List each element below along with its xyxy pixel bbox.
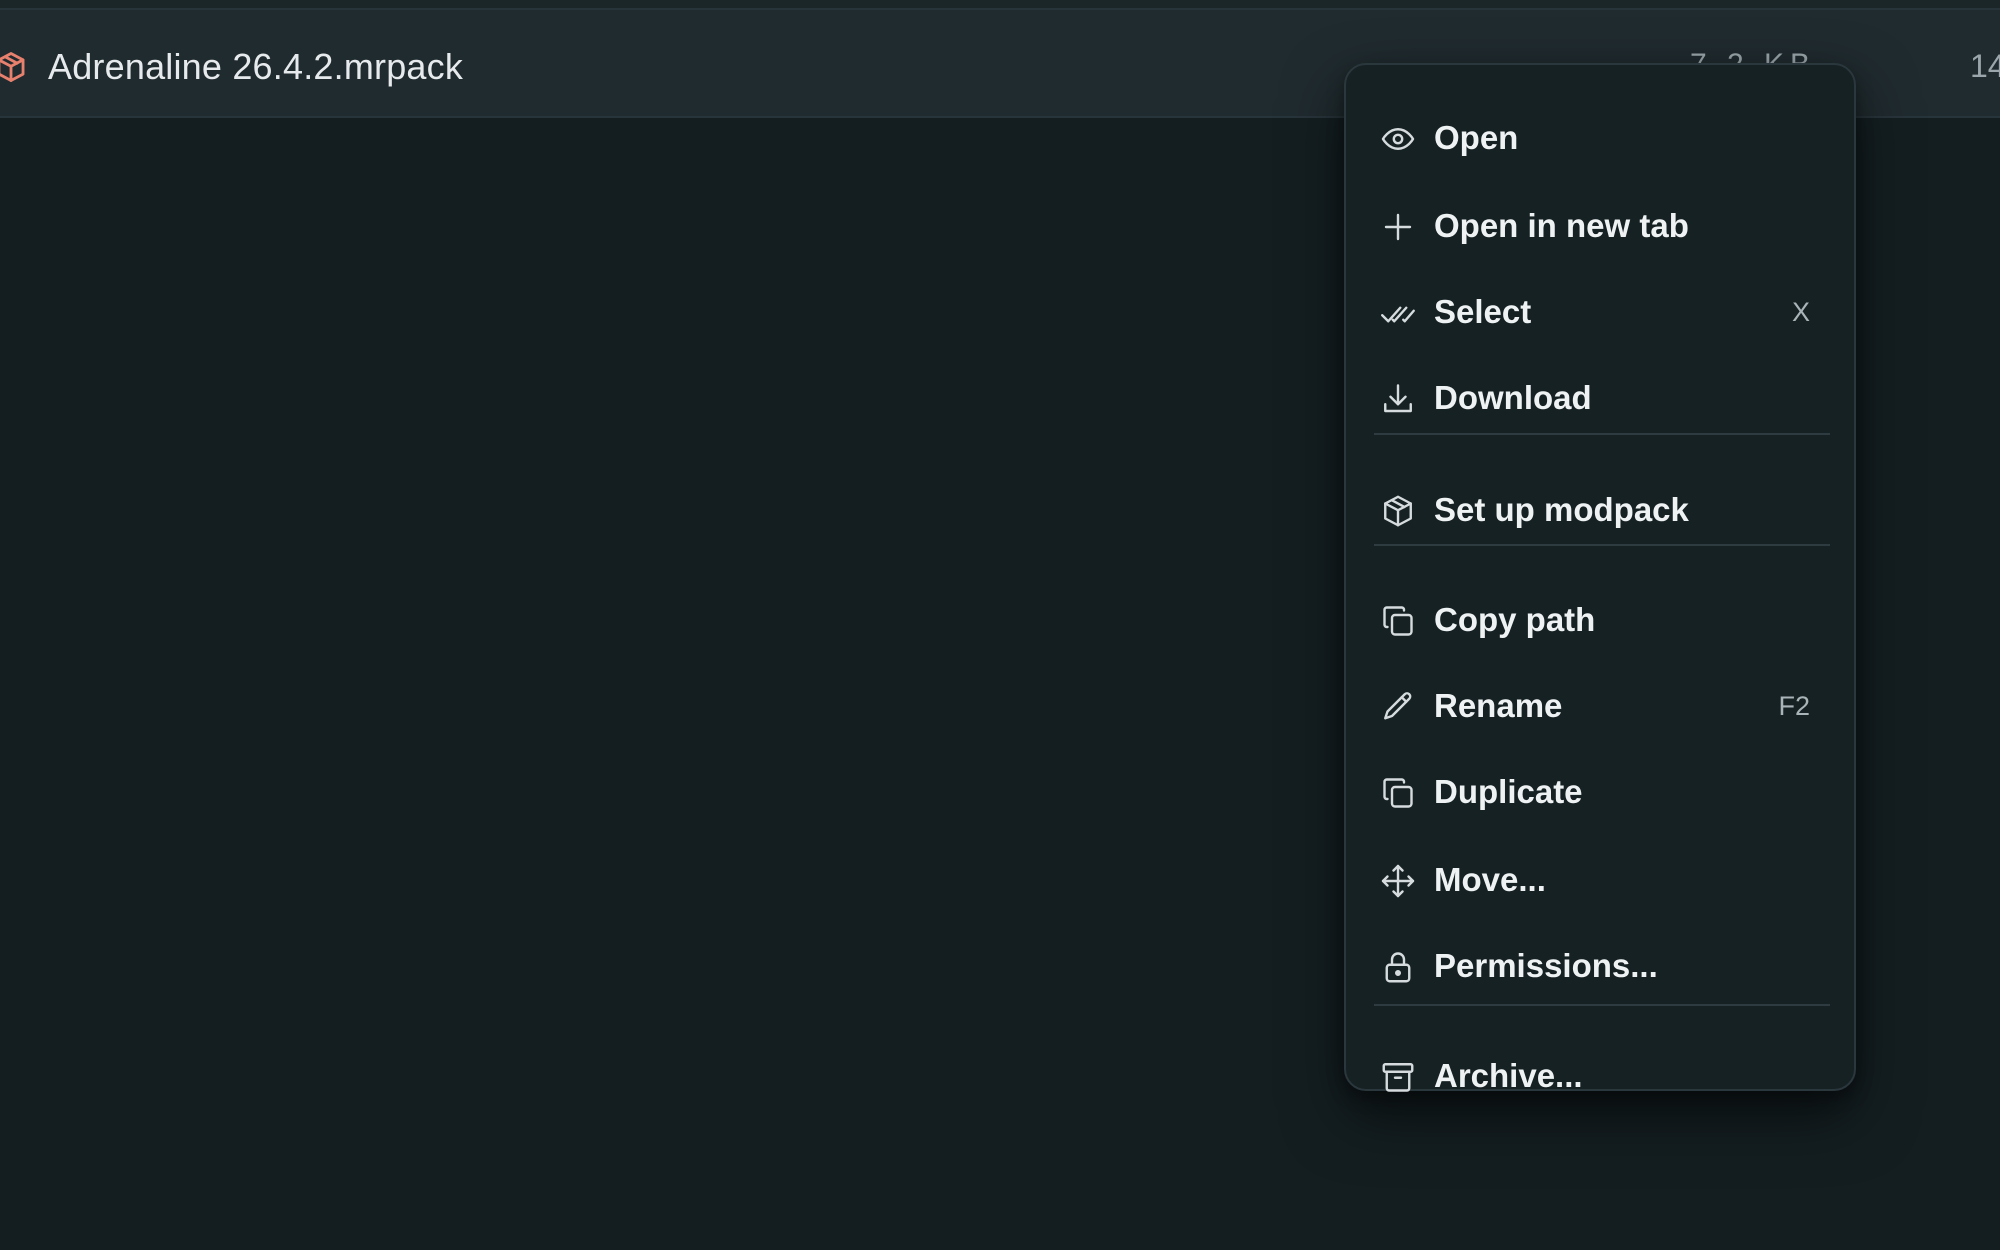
copy-icon [1380, 603, 1416, 639]
menu-item-label: Set up modpack [1434, 491, 1689, 528]
menu-item-label: Download [1434, 379, 1592, 416]
menu-item-copy-path[interactable]: Copy path [1368, 581, 1832, 657]
package-icon [1380, 493, 1416, 529]
menu-item-archive[interactable]: Archive... [1368, 1037, 1832, 1113]
menu-separator [1374, 1004, 1830, 1006]
menu-item-open-in-new-tab[interactable]: Open in new tab [1368, 187, 1832, 263]
menu-item-download[interactable]: Download [1368, 359, 1832, 435]
shortcut-hint: F2 [1778, 691, 1810, 721]
menu-item-label: Rename [1434, 687, 1563, 724]
menu-separator [1374, 433, 1830, 435]
menu-item-rename[interactable]: Rename F2 [1368, 667, 1832, 743]
plus-icon [1380, 209, 1416, 245]
lock-icon [1380, 949, 1416, 985]
menu-item-select[interactable]: Select X [1368, 273, 1832, 349]
menu-item-permissions[interactable]: Permissions... [1368, 927, 1832, 1003]
menu-item-label: Open [1434, 119, 1519, 156]
menu-item-move[interactable]: Move... [1368, 841, 1832, 917]
file-date: 14 [1970, 48, 2000, 84]
menu-item-label: Move... [1434, 861, 1546, 898]
download-icon [1380, 381, 1416, 417]
menu-item-label: Open in new tab [1434, 207, 1689, 244]
file-name[interactable]: Adrenaline 26.4.2.mrpack [48, 46, 463, 88]
archive-icon [1380, 1059, 1416, 1095]
menu-item-set-up-modpack[interactable]: Set up modpack [1368, 471, 1832, 547]
menu-item-label: Archive... [1434, 1057, 1583, 1094]
file-manager-page: Adrenaline 26.4.2.mrpack 7.2 KB 14 Open … [0, 0, 2000, 1250]
menu-item-open[interactable]: Open [1368, 99, 1832, 175]
menu-separator [1374, 544, 1830, 546]
double-check-icon [1380, 295, 1416, 331]
menu-item-label: Duplicate [1434, 773, 1583, 810]
menu-item-duplicate[interactable]: Duplicate [1368, 753, 1832, 829]
context-menu: Open Open in new tab Select X Download S… [1344, 63, 1856, 1094]
shortcut-hint: X [1791, 297, 1810, 327]
eye-icon [1380, 121, 1416, 157]
menu-item-label: Copy path [1434, 601, 1596, 638]
copy-icon [1380, 775, 1416, 811]
list-header-border [0, 0, 2000, 10]
move-icon [1380, 863, 1416, 899]
pencil-icon [1380, 689, 1416, 725]
menu-item-label: Permissions... [1434, 947, 1658, 984]
package-icon [0, 50, 28, 84]
menu-item-label: Select [1434, 293, 1532, 330]
